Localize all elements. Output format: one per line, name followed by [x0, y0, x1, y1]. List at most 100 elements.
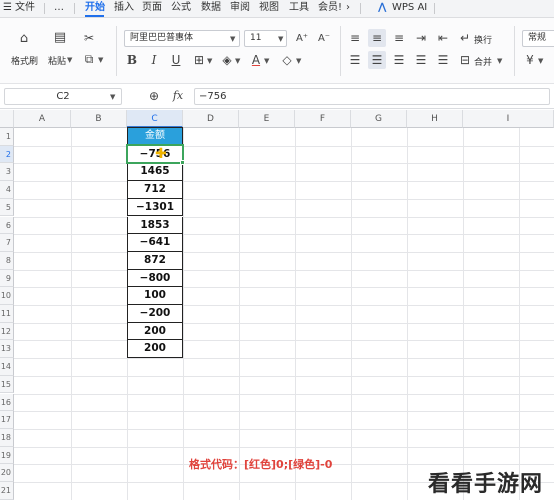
table-cell[interactable]: −800	[127, 269, 183, 288]
row-header[interactable]: 6	[0, 216, 14, 235]
row-header[interactable]: 9	[0, 269, 14, 288]
chevron-down-icon[interactable]: ▼	[230, 35, 235, 43]
formula-input[interactable]: −756	[194, 88, 550, 105]
row-header[interactable]: 19	[0, 446, 14, 465]
table-cell[interactable]: 872	[127, 251, 183, 270]
row-header[interactable]: 15	[0, 375, 14, 394]
wrap-text-button[interactable]: 换行	[474, 33, 492, 46]
tab-member[interactable]: 会员!	[318, 1, 342, 15]
hamburger-menu-icon[interactable]: ☰	[3, 1, 12, 15]
menu-file[interactable]: 文件	[15, 1, 35, 15]
cut-icon[interactable]: ✂	[82, 31, 96, 45]
table-cell[interactable]: 100	[127, 287, 183, 305]
tab-review[interactable]: 审阅	[230, 1, 250, 15]
chevron-down-icon[interactable]: ▼	[207, 57, 212, 65]
chevron-down-icon[interactable]: ▼	[264, 57, 269, 65]
table-cell[interactable]: 200	[127, 322, 183, 341]
fill-color-icon[interactable]: ◈	[220, 53, 234, 67]
menu-more-icon[interactable]: …	[54, 1, 64, 15]
chevron-down-icon[interactable]: ▼	[67, 56, 72, 64]
row-header[interactable]: 12	[0, 322, 14, 341]
distributed-icon[interactable]: ☰	[436, 53, 450, 67]
column-header-i[interactable]: I	[463, 110, 554, 128]
chevron-down-icon[interactable]: ▼	[98, 56, 103, 64]
table-cell[interactable]: 1465	[127, 163, 183, 182]
wps-ai-button[interactable]: WPS AI	[392, 1, 427, 15]
font-color-icon[interactable]: A	[249, 53, 263, 67]
tab-insert[interactable]: 插入	[114, 1, 134, 15]
table-cell[interactable]: −200	[127, 305, 183, 323]
underline-button[interactable]: U	[170, 53, 182, 67]
column-header-g[interactable]: G	[351, 110, 407, 128]
table-header-amount[interactable]: 金额	[127, 127, 183, 145]
justify-icon[interactable]: ☰	[414, 53, 428, 67]
column-header-d[interactable]: D	[183, 110, 239, 128]
spreadsheet-grid[interactable]: A B C D E F G H I 1 2 3 4 5 6 7 8 9 10 1…	[0, 110, 554, 500]
align-right-icon[interactable]: ☰	[392, 53, 406, 67]
format-painter-button[interactable]: 格式刷	[11, 54, 38, 67]
align-bottom-icon[interactable]: ≡	[392, 31, 406, 45]
decrease-font-icon[interactable]: A⁻	[316, 32, 332, 46]
paste-button[interactable]: 粘贴	[48, 54, 66, 67]
table-cell[interactable]: 712	[127, 181, 183, 199]
align-middle-icon[interactable]: ≡	[370, 31, 384, 45]
column-header-h[interactable]: H	[407, 110, 463, 128]
row-header[interactable]: 16	[0, 393, 14, 412]
fill-handle[interactable]	[180, 160, 185, 165]
outdent-icon[interactable]: ⇤	[436, 31, 450, 45]
row-header[interactable]: 18	[0, 428, 14, 447]
chevron-right-icon[interactable]: ›	[346, 1, 350, 15]
bold-button[interactable]: B	[126, 53, 138, 67]
format-painter-icon[interactable]: ⌂	[17, 32, 31, 46]
tab-page[interactable]: 页面	[142, 1, 162, 15]
align-center-icon[interactable]: ☰	[370, 53, 384, 67]
italic-button[interactable]: I	[148, 53, 160, 67]
chevron-down-icon[interactable]: ▼	[278, 35, 283, 43]
row-header[interactable]: 11	[0, 305, 14, 323]
column-header-a[interactable]: A	[14, 110, 71, 128]
increase-font-icon[interactable]: A⁺	[294, 32, 310, 46]
chevron-down-icon[interactable]: ▼	[296, 57, 301, 65]
row-header[interactable]: 17	[0, 411, 14, 429]
column-header-f[interactable]: F	[295, 110, 351, 128]
row-header[interactable]: 10	[0, 287, 14, 305]
chevron-down-icon[interactable]: ▼	[497, 57, 502, 65]
select-all-corner[interactable]	[0, 110, 14, 128]
row-header[interactable]: 4	[0, 181, 14, 199]
copy-icon[interactable]: ⧉	[82, 52, 96, 66]
row-header[interactable]: 13	[0, 340, 14, 359]
table-cell[interactable]: 200	[127, 340, 183, 359]
name-box[interactable]: C2	[4, 88, 122, 105]
merge-button[interactable]: 合并	[474, 55, 492, 68]
zoom-icon[interactable]: ⊕	[147, 89, 161, 103]
column-header-b[interactable]: B	[71, 110, 127, 128]
font-name-select[interactable]: 阿里巴巴普惠体	[124, 30, 240, 47]
row-header[interactable]: 14	[0, 358, 14, 376]
currency-button[interactable]: ¥	[524, 53, 536, 67]
row-header[interactable]: 5	[0, 198, 14, 217]
align-top-icon[interactable]: ≡	[348, 31, 362, 45]
number-format-select[interactable]: 常规	[522, 30, 554, 47]
chevron-down-icon[interactable]: ▼	[110, 93, 115, 101]
tab-home[interactable]: 开始	[85, 1, 105, 15]
column-header-e[interactable]: E	[239, 110, 295, 128]
row-header[interactable]: 7	[0, 234, 14, 252]
wrap-text-icon[interactable]: ↵	[458, 31, 472, 45]
table-cell[interactable]: −1301	[127, 198, 183, 217]
row-header[interactable]: 21	[0, 482, 14, 500]
tab-formula[interactable]: 公式	[171, 1, 191, 15]
row-header[interactable]: 20	[0, 464, 14, 482]
chevron-down-icon[interactable]: ▼	[538, 57, 543, 65]
tab-view[interactable]: 视图	[259, 1, 279, 15]
row-header[interactable]: 2	[0, 145, 14, 164]
merge-icon[interactable]: ⊟	[458, 53, 472, 67]
row-header[interactable]: 3	[0, 163, 14, 182]
row-header[interactable]: 1	[0, 128, 14, 146]
chevron-down-icon[interactable]: ▼	[235, 57, 240, 65]
wps-ai-icon[interactable]: ⋀	[378, 1, 386, 15]
align-left-icon[interactable]: ☰	[348, 53, 362, 67]
table-cell[interactable]: −641	[127, 234, 183, 252]
indent-icon[interactable]: ⇥	[414, 31, 428, 45]
table-cell[interactable]: 1853	[127, 216, 183, 235]
column-header-c[interactable]: C	[127, 110, 183, 128]
